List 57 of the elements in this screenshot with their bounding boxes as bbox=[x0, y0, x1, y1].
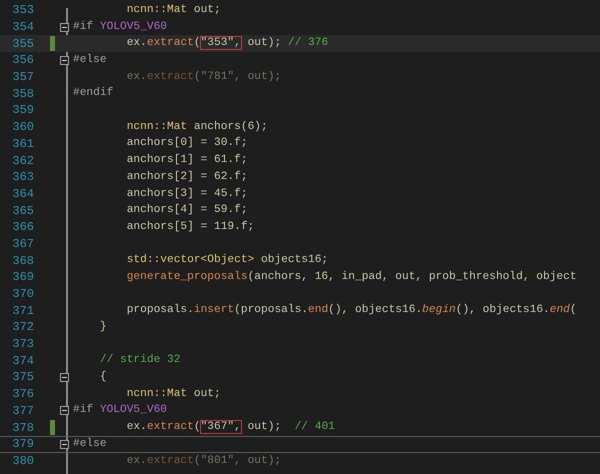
line-number: 355 bbox=[11, 36, 34, 53]
line-number: 368 bbox=[11, 252, 34, 270]
line-number: 363 bbox=[11, 169, 34, 186]
code-line: #else bbox=[73, 52, 107, 68]
code-line: anchors[3] = 45.f; bbox=[126, 186, 248, 202]
line-number: 358 bbox=[11, 86, 34, 103]
line-number: 367 bbox=[11, 236, 34, 253]
line-number: 361 bbox=[11, 136, 34, 153]
code-line: generate_proposals(anchors, 16, in_pad, out, prob_threshold, object bbox=[126, 270, 577, 285]
code-line: ncnn::Mat out; bbox=[126, 386, 221, 402]
line-number: 360 bbox=[11, 119, 34, 136]
line-number: 369 bbox=[11, 269, 34, 286]
code-line: anchors[2] = 62.f; bbox=[126, 170, 248, 185]
line-number: 376 bbox=[11, 386, 34, 404]
collapse-icon[interactable] bbox=[60, 440, 68, 449]
line-number: 364 bbox=[11, 186, 34, 203]
line-number: 379 bbox=[11, 436, 34, 454]
code-line: { bbox=[98, 370, 107, 386]
code-line: } bbox=[98, 320, 107, 336]
code-line: std::vector<Object> objects16; bbox=[126, 252, 328, 268]
code-line: anchors[5] = 119.f; bbox=[126, 220, 254, 235]
code-line: ex.extract("367", out); // 401 bbox=[126, 420, 335, 436]
line-number: 366 bbox=[11, 219, 34, 236]
line-number: 357 bbox=[11, 69, 34, 86]
line-number: 380 bbox=[11, 452, 34, 470]
code-line: anchors[4] = 59.f; bbox=[126, 202, 248, 218]
line-number: 375 bbox=[11, 369, 34, 386]
collapse-icon[interactable] bbox=[60, 22, 68, 32]
line-number: 362 bbox=[11, 152, 34, 170]
code-line: ncnn::Mat out; bbox=[126, 2, 221, 18]
line-number: 365 bbox=[11, 202, 34, 220]
line-number: 372 bbox=[11, 319, 34, 336]
code-line: ex.extract("781", out); bbox=[126, 70, 282, 85]
line-number: 374 bbox=[11, 352, 34, 370]
line-number: 354 bbox=[11, 19, 34, 36]
code-line: ncnn::Mat anchors(6); bbox=[126, 120, 268, 135]
code-line: anchors[0] = 30.f; bbox=[126, 136, 248, 152]
line-number: 373 bbox=[11, 336, 34, 354]
code-line: #if YOLOV5_V60 bbox=[73, 402, 167, 418]
code-line: #else bbox=[73, 436, 107, 452]
collapse-icon[interactable] bbox=[60, 56, 68, 65]
code-line: #endif bbox=[73, 86, 114, 102]
line-number: 353 bbox=[11, 2, 34, 20]
line-number: 370 bbox=[11, 286, 34, 304]
line-number: 378 bbox=[11, 420, 34, 437]
code-line: anchors[1] = 61.f; bbox=[126, 152, 248, 168]
line-number: 371 bbox=[11, 302, 34, 320]
collapse-icon[interactable] bbox=[60, 406, 68, 416]
code-line: ex.extract("353", out); // 376 bbox=[126, 36, 328, 52]
code-line: proposals.insert(proposals.end(), objects16.begin(), objects16.end( bbox=[126, 302, 577, 318]
line-number: 377 bbox=[11, 402, 34, 420]
code-line: // stride 32 bbox=[98, 352, 180, 368]
line-number: 356 bbox=[11, 52, 34, 70]
collapse-icon[interactable] bbox=[60, 372, 68, 382]
line-number: 359 bbox=[11, 102, 34, 120]
code-line: ex.extract("801", out); bbox=[126, 454, 282, 469]
code-line: #if YOLOV5_V60 bbox=[73, 20, 167, 35]
